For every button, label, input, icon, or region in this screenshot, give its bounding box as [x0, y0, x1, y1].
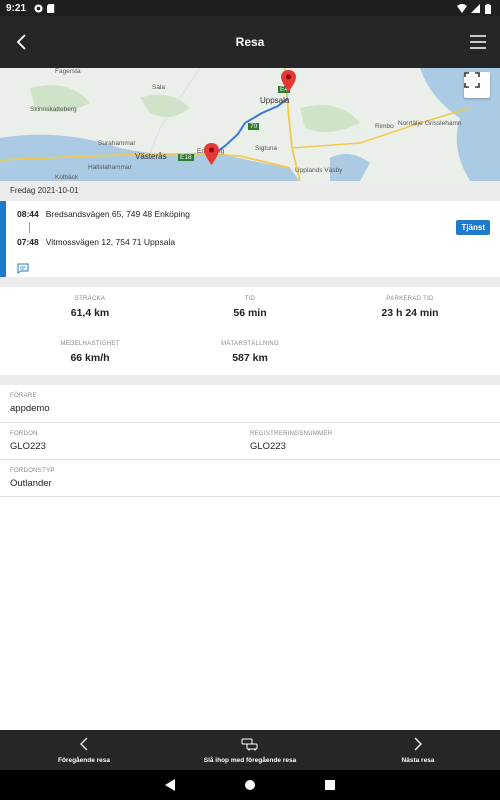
hamburger-menu-icon[interactable]: [466, 30, 490, 54]
signal-icon: [471, 3, 480, 13]
trip-end-address: Vitmossvägen 12, 754 71 Uppsala: [45, 237, 176, 247]
registration-field: REGISTRERINGSNUMMER GLO223: [250, 431, 332, 452]
map-label: Uppsala: [260, 96, 290, 105]
trip-end-row: 07:48 Vitmossvägen 12, 754 71 Uppsala: [17, 237, 175, 247]
status-time: 9:21: [6, 2, 27, 14]
field-value: GLO223: [10, 441, 46, 452]
field-value: GLO223: [250, 441, 286, 452]
nav-home-icon[interactable]: [243, 778, 257, 792]
fullscreen-icon: [464, 72, 480, 88]
nav-back-icon[interactable]: [163, 778, 177, 792]
trip-connector: [29, 222, 30, 233]
field-value: appdemo: [10, 403, 50, 414]
stat-distance: STRÄCKA 61,4 km: [10, 296, 170, 319]
empty-content-area: [0, 497, 500, 730]
map-label: Sala: [152, 84, 166, 91]
nav-recents-icon[interactable]: [323, 778, 337, 792]
notification-icon: [34, 3, 43, 13]
trip-stats: STRÄCKA 61,4 km TID 56 min PARKERAD TID …: [0, 287, 500, 375]
sd-card-icon: [47, 3, 56, 13]
trip-type-badge[interactable]: Tjänst: [456, 220, 490, 235]
map-label: Norrtälje: [398, 120, 423, 127]
stat-odometer: MÄTARSTÄLLNING 587 km: [170, 341, 330, 364]
road-sign: 70: [248, 123, 260, 130]
merge-cars-icon: [241, 738, 258, 750]
map-label: Västerås: [135, 152, 167, 161]
stat-avg-speed: MEDELHASTIGHET 66 km/h: [10, 341, 170, 364]
back-arrow-icon[interactable]: [10, 30, 34, 54]
field-label: FORDONSTYP: [10, 468, 55, 474]
trip-start-address: Bredsandsvägen 65, 749 48 Enköping: [45, 209, 190, 219]
trip-card[interactable]: 08:44 Bredsandsvägen 65, 749 48 Enköping…: [0, 201, 500, 277]
vehicle-type-section: FORDONSTYP Outlander: [0, 460, 500, 497]
section-divider: [0, 375, 500, 385]
stat-label: PARKERAD TID: [386, 296, 434, 302]
wifi-icon: [457, 3, 467, 13]
vehicle-section: FORDON GLO223 REGISTRERINGSNUMMER GLO223: [0, 423, 500, 460]
trip-start-row: 08:44 Bredsandsvägen 65, 749 48 Enköping: [17, 209, 190, 219]
stat-value: 61,4 km: [70, 307, 110, 319]
trip-end-time: 07:48: [17, 237, 39, 247]
status-bar: 9:21: [0, 0, 500, 16]
stat-label: MEDELHASTIGHET: [60, 341, 120, 347]
map-label: Grisslehamn: [425, 120, 462, 127]
section-divider: [0, 277, 500, 287]
previous-trip-label: Föregående resa: [57, 756, 111, 764]
field-label: FÖRARE: [10, 393, 37, 399]
road-sign: E18: [178, 154, 194, 161]
map-label: Hallstahammar: [88, 164, 132, 171]
chevron-right-icon: [414, 737, 422, 750]
next-trip-button[interactable]: Nästa resa: [380, 730, 456, 770]
driver-section: FÖRARE appdemo: [0, 385, 500, 423]
trip-accent-bar: [0, 201, 6, 277]
field-label: FORDON: [10, 431, 38, 437]
vehicle-field: FORDON GLO223: [10, 431, 46, 452]
merge-trip-label: Slå ihop med föregående resa: [203, 756, 297, 764]
map-label: Rimbo: [375, 123, 394, 130]
map-label: Kolbäck: [55, 174, 79, 181]
chevron-left-icon: [80, 737, 88, 750]
system-nav-bar: [0, 770, 500, 800]
stat-time: TID 56 min: [170, 296, 330, 319]
fullscreen-button[interactable]: [464, 72, 490, 98]
map-label: Fagersta: [55, 68, 81, 75]
stat-value: 56 min: [233, 307, 267, 319]
driver-field: FÖRARE appdemo: [10, 393, 50, 414]
merge-trip-button[interactable]: Slå ihop med föregående resa: [190, 730, 310, 770]
map-label: Upplands Väsby: [295, 167, 343, 174]
map-label: Surahammar: [98, 140, 136, 147]
map-label: Skinnskatteberg: [30, 106, 77, 113]
app-bar: Resa: [0, 16, 500, 68]
stat-label: TID: [244, 296, 256, 302]
field-label: REGISTRERINGSNUMMER: [250, 431, 333, 437]
next-trip-label: Nästa resa: [401, 756, 435, 764]
stat-value: 66 km/h: [70, 352, 110, 364]
comment-icon[interactable]: [17, 261, 29, 274]
trip-date: Fredag 2021-10-01: [0, 181, 500, 201]
stat-value: 587 km: [232, 352, 268, 364]
battery-icon: [485, 3, 494, 14]
field-value: Outlander: [10, 478, 52, 489]
map-label: Sigtuna: [255, 145, 278, 152]
bottom-action-bar: Föregående resa Slå ihop med föregående …: [0, 730, 500, 770]
trip-start-time: 08:44: [17, 209, 39, 219]
previous-trip-button[interactable]: Föregående resa: [40, 730, 128, 770]
page-title: Resa: [235, 35, 265, 49]
stat-value: 23 h 24 min: [381, 307, 439, 319]
stat-parked-time: PARKERAD TID 23 h 24 min: [330, 296, 490, 319]
vehicle-type-field: FORDONSTYP Outlander: [10, 468, 55, 489]
stat-label: STRÄCKA: [74, 296, 106, 302]
stat-label: MÄTARSTÄLLNING: [220, 341, 280, 347]
route-map[interactable]: Fagersta Sala Skinnskatteberg Surahammar…: [0, 68, 500, 181]
